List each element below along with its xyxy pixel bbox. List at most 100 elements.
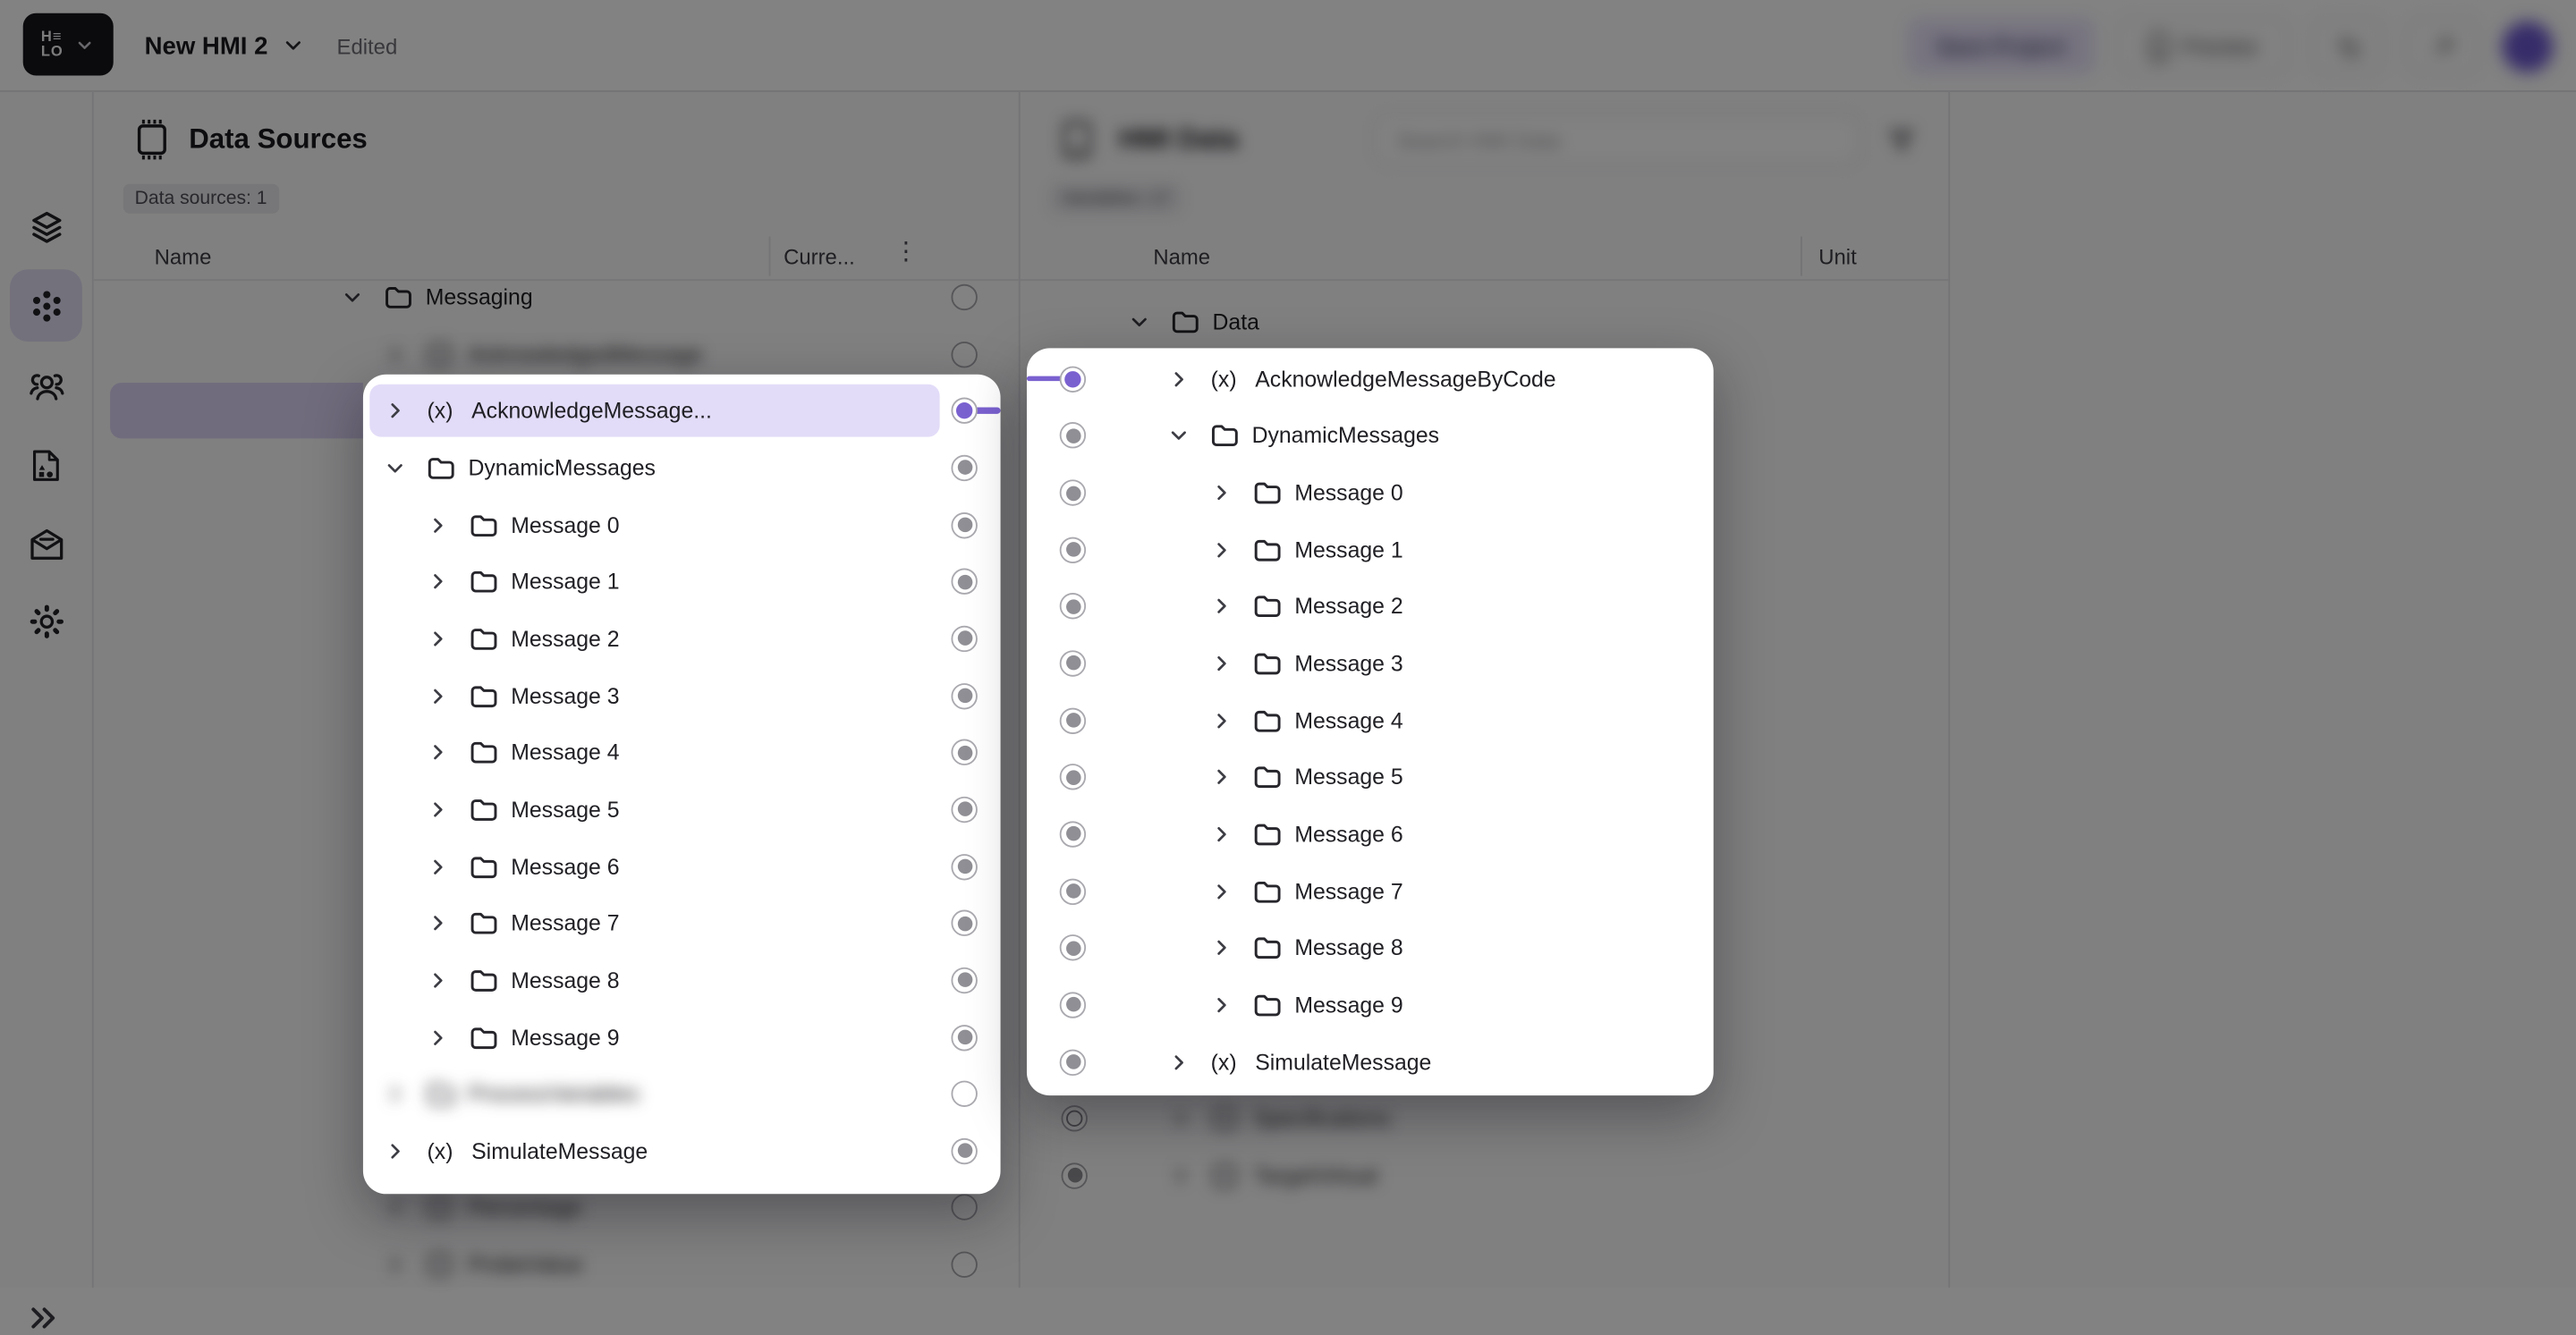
radio-button[interactable]: [1060, 479, 1086, 505]
chevron-right-icon[interactable]: [1211, 653, 1233, 674]
radio-button[interactable]: [951, 853, 977, 879]
chevron-right-icon[interactable]: [1211, 482, 1233, 503]
tree-row-message-9[interactable]: Message 9: [363, 1009, 1001, 1066]
radio-button[interactable]: [1060, 366, 1086, 392]
folder-icon: [470, 797, 497, 822]
tree-row-message-3[interactable]: Message 3: [363, 667, 1001, 724]
radio-button[interactable]: [951, 797, 977, 823]
tree-row-label: Message 8: [1294, 936, 1402, 961]
tree-row-label: ProcessVariables: [468, 1082, 639, 1107]
folder-icon: [1253, 708, 1281, 733]
tree-row-message-1[interactable]: Message 1: [363, 553, 1001, 611]
tree-row-label: DynamicMessages: [1252, 424, 1439, 449]
chevron-right-icon[interactable]: [428, 628, 449, 649]
tree-row-message-6[interactable]: Message 6: [1027, 806, 1714, 863]
tree-row-label: Message 0: [511, 512, 619, 537]
folder-icon: [470, 740, 497, 765]
chevron-right-icon[interactable]: [428, 969, 449, 991]
chevron-right-icon[interactable]: [1168, 1052, 1190, 1073]
radio-button[interactable]: [951, 455, 977, 481]
tree-row-message-5[interactable]: Message 5: [1027, 748, 1714, 806]
tree-row-acknowledgemessagebycode[interactable]: (x)AcknowledgeMessageByCode: [1027, 351, 1714, 408]
tree-row-processvariables[interactable]: ProcessVariables: [363, 1066, 1001, 1123]
tree-row-message-2[interactable]: Message 2: [1027, 579, 1714, 636]
chevron-right-icon[interactable]: [1211, 824, 1233, 845]
chevron-right-icon[interactable]: [1168, 368, 1190, 390]
tree-row-label: Message 4: [511, 740, 619, 765]
chevron-right-icon[interactable]: [428, 514, 449, 536]
radio-button[interactable]: [951, 626, 977, 652]
chevron-down-icon[interactable]: [385, 457, 406, 478]
tree-row-label: Message 3: [1294, 651, 1402, 676]
tree-row-message-7[interactable]: Message 7: [363, 895, 1001, 952]
chevron-right-icon[interactable]: [428, 1027, 449, 1048]
chevron-right-icon[interactable]: [428, 742, 449, 764]
radio-button[interactable]: [951, 1138, 977, 1164]
folder-icon: [470, 854, 497, 879]
tree-row-simulatemessage[interactable]: (x)SimulateMessage: [363, 1122, 1001, 1179]
tree-row-dynamicmessages[interactable]: DynamicMessages: [1027, 408, 1714, 465]
tree-row-message-8[interactable]: Message 8: [363, 951, 1001, 1009]
radio-button[interactable]: [1060, 878, 1086, 904]
radio-button[interactable]: [1060, 821, 1086, 847]
tree-row-message-6[interactable]: Message 6: [363, 838, 1001, 895]
tree-row-message-8[interactable]: Message 8: [1027, 919, 1714, 976]
tree-row-message-4[interactable]: Message 4: [1027, 692, 1714, 749]
radio-button[interactable]: [1060, 707, 1086, 733]
chevron-right-icon[interactable]: [1211, 994, 1233, 1016]
radio-button[interactable]: [951, 682, 977, 708]
radio-button[interactable]: [1060, 650, 1086, 676]
chevron-right-icon[interactable]: [428, 571, 449, 593]
chevron-right-icon[interactable]: [1211, 766, 1233, 788]
tree-row-message-4[interactable]: Message 4: [363, 724, 1001, 782]
tree-row-label: Message 9: [1294, 993, 1402, 1018]
tree-row-acknowledgemessage[interactable]: (x)AcknowledgeMessage...: [363, 383, 1001, 440]
tree-row-label: SimulateMessage: [1255, 1050, 1431, 1075]
chevron-right-icon[interactable]: [1211, 710, 1233, 731]
tree-row-message-9[interactable]: Message 9: [1027, 976, 1714, 1034]
tree-row-message-0[interactable]: Message 0: [363, 496, 1001, 553]
radio-button[interactable]: [1060, 537, 1086, 562]
chevron-right-icon[interactable]: [385, 401, 406, 422]
tree-row-label: Message 1: [1294, 537, 1402, 562]
folder-icon: [428, 456, 455, 481]
radio-button[interactable]: [1060, 1049, 1086, 1075]
folder-icon: [1253, 822, 1281, 847]
tree-row-label: DynamicMessages: [468, 456, 655, 481]
tree-row-message-7[interactable]: Message 7: [1027, 863, 1714, 920]
folder-icon: [470, 626, 497, 651]
chevron-right-icon[interactable]: [428, 856, 449, 877]
tree-row-message-1[interactable]: Message 1: [1027, 521, 1714, 579]
chevron-right-icon[interactable]: [1211, 596, 1233, 617]
chevron-down-icon[interactable]: [1168, 425, 1190, 446]
folder-icon: [470, 512, 497, 537]
folder-icon: [1253, 936, 1281, 961]
folder-icon: [1253, 537, 1281, 562]
expand-sidebar-button[interactable]: [26, 1301, 61, 1335]
folder-icon: [1211, 424, 1239, 449]
tree-row-message-5[interactable]: Message 5: [363, 781, 1001, 838]
chevron-right-icon[interactable]: [385, 1084, 406, 1105]
chevron-right-icon[interactable]: [1211, 539, 1233, 561]
folder-icon: [470, 683, 497, 708]
radio-button[interactable]: [951, 511, 977, 537]
tree-row-dynamicmessages[interactable]: DynamicMessages: [363, 439, 1001, 496]
radio-button[interactable]: [951, 967, 977, 993]
radio-button[interactable]: [951, 1024, 977, 1050]
tree-row-label: Message 5: [511, 797, 619, 822]
chevron-right-icon[interactable]: [385, 1140, 406, 1162]
tree-row-message-2[interactable]: Message 2: [363, 610, 1001, 667]
folder-icon: [1253, 879, 1281, 904]
tree-row-simulatemessage[interactable]: (x) SimulateMessage: [1027, 1034, 1714, 1091]
method-icon: (x): [1211, 1050, 1237, 1075]
chevron-right-icon[interactable]: [428, 685, 449, 706]
radio-button[interactable]: [1060, 992, 1086, 1018]
chevron-right-icon[interactable]: [1211, 937, 1233, 959]
chevron-right-icon[interactable]: [1211, 881, 1233, 902]
chevron-right-icon[interactable]: [428, 798, 449, 820]
tree-row-message-0[interactable]: Message 0: [1027, 464, 1714, 521]
chevron-right-icon[interactable]: [428, 913, 449, 934]
method-icon: (x): [1211, 367, 1237, 392]
tree-row-label: Message 6: [511, 854, 619, 879]
tree-row-message-3[interactable]: Message 3: [1027, 635, 1714, 692]
